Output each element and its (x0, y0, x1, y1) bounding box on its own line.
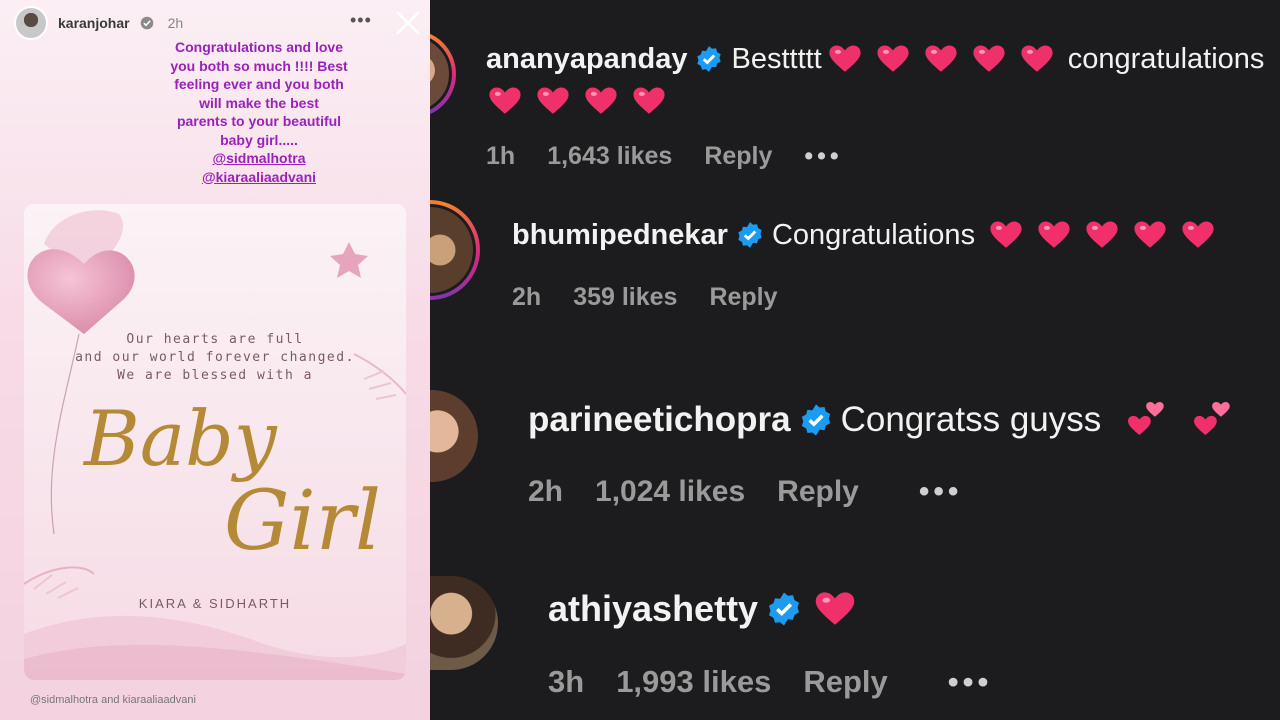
heart-icon (815, 592, 855, 625)
caption-line: you both so much !!!! Best (170, 57, 348, 74)
verified-badge-icon (738, 222, 762, 248)
close-icon[interactable] (393, 8, 423, 38)
footer-mention[interactable]: @sidmalhotra (30, 694, 98, 706)
two-hearts-icon (1194, 402, 1230, 436)
story-time: 2h (167, 15, 184, 31)
heart-icon (1086, 221, 1118, 248)
comment-line (488, 84, 666, 118)
card-names: KIARA & SIDHARTH (138, 596, 292, 611)
more-horizontal-icon[interactable]: ••• (350, 10, 372, 31)
heart-icon (537, 87, 569, 114)
heart-icon (925, 45, 957, 72)
heart-icon (973, 45, 1005, 72)
reply-button[interactable]: Reply (777, 475, 859, 509)
comment-time: 3h (548, 664, 585, 699)
comment-line: athiyashetty (548, 588, 856, 630)
comment-time: 1h (486, 142, 516, 170)
comment-text-after: congratulations (1067, 42, 1265, 75)
heart-icon (1021, 45, 1053, 72)
comment-meta: 3h 1,993 likes Reply ••• (548, 664, 1024, 700)
avatar[interactable] (430, 576, 498, 670)
avatar[interactable] (430, 200, 480, 300)
comment-username[interactable]: parineetichopra (528, 400, 791, 440)
caption-line: will make the best (199, 94, 319, 111)
heart-icon (1038, 221, 1070, 248)
heart-icon (633, 87, 665, 114)
heart-emojis (814, 588, 856, 630)
comment-likes[interactable]: 1,024 likes (595, 475, 745, 509)
card-script-girl: Girl (224, 474, 382, 569)
comment-meta: 2h 359 likes Reply (512, 283, 810, 312)
comment-line: ananyapanday Besttttt congratulations (486, 42, 1264, 76)
comment-likes[interactable]: 1,993 likes (616, 664, 771, 700)
caption-line: Congratulations and love (174, 39, 343, 55)
more-options-icon[interactable]: ••• (804, 142, 842, 171)
comments-panel: ananyapanday Besttttt congratulations 1h… (430, 0, 1280, 720)
heart-icon (829, 45, 861, 72)
heart-icon (585, 87, 617, 114)
comment-likes[interactable]: 1,643 likes (547, 142, 672, 171)
comment-username[interactable]: ananyapanday (486, 43, 687, 76)
comment-username[interactable]: athiyashetty (548, 588, 758, 630)
heart-icon (990, 221, 1022, 248)
card-text-line: We are blessed with a (117, 368, 313, 383)
comment-text: Congratulations (771, 218, 976, 251)
reply-button[interactable]: Reply (709, 283, 777, 312)
heart-emojis (989, 218, 1215, 252)
heart-icon (1134, 221, 1166, 248)
comment-line: bhumipednekar Congratulations (512, 218, 1215, 252)
heart-icon (1182, 221, 1214, 248)
card-text-line: Our hearts are full (126, 332, 304, 347)
story-avatar[interactable] (14, 6, 48, 40)
two-hearts-icon (1128, 402, 1164, 436)
comment-text: Besttttt (731, 42, 822, 75)
avatar[interactable] (430, 390, 478, 482)
story-username[interactable]: karanjohar (58, 15, 130, 31)
story-footer-tags: @sidmalhotra and kiaraaliaadvani (30, 694, 196, 706)
heart-emojis (828, 42, 1054, 76)
announcement-card: Our hearts are full and our world foreve… (24, 204, 406, 680)
caption-line: baby girl..... (220, 131, 298, 148)
verified-badge-icon (801, 404, 830, 436)
reply-button[interactable]: Reply (803, 664, 887, 700)
footer-mention[interactable]: kiaraaliaadvani (123, 694, 196, 706)
story-header: karanjohar 2h (14, 6, 183, 40)
comment-time: 2h (512, 283, 542, 311)
mention-link-kiaraaliaadvani[interactable]: @kiaraaliaadvani (150, 168, 368, 187)
footer-and: and (101, 694, 120, 706)
heart-icon (877, 45, 909, 72)
comment-likes[interactable]: 359 likes (573, 283, 677, 312)
verified-badge-icon (697, 46, 722, 72)
comment-username[interactable]: bhumipednekar (512, 219, 728, 252)
story-caption: Congratulations and love you both so muc… (150, 38, 368, 186)
comment-meta: 1h 1,643 likes Reply ••• (486, 142, 875, 171)
comment-line: parineetichopra Congratss guyss (528, 400, 1233, 440)
more-options-icon[interactable]: ••• (919, 475, 963, 509)
verified-badge-icon (769, 592, 800, 626)
story-panel: karanjohar 2h ••• Congratulations and lo… (0, 0, 430, 720)
screen: karanjohar 2h ••• Congratulations and lo… (0, 0, 1280, 720)
card-text-line: and our world forever changed. (75, 350, 355, 365)
card-script-baby: Baby (84, 394, 277, 483)
reply-button[interactable]: Reply (704, 142, 772, 171)
verified-badge-icon (140, 16, 153, 30)
more-options-icon[interactable]: ••• (948, 664, 993, 700)
caption-line: feeling ever and you both (174, 76, 344, 92)
heart-emojis (488, 84, 666, 118)
mention-link-sidmalhotra[interactable]: @sidmalhotra (150, 149, 368, 168)
heart-icon (489, 87, 521, 114)
comment-time: 2h (528, 475, 564, 508)
avatar[interactable] (430, 30, 456, 118)
caption-line: parents to your beautiful (176, 113, 342, 129)
two-hearts-emojis (1127, 400, 1233, 440)
comment-meta: 2h 1,024 likes Reply ••• (528, 475, 994, 509)
comment-text: Congratss guyss (840, 400, 1102, 439)
